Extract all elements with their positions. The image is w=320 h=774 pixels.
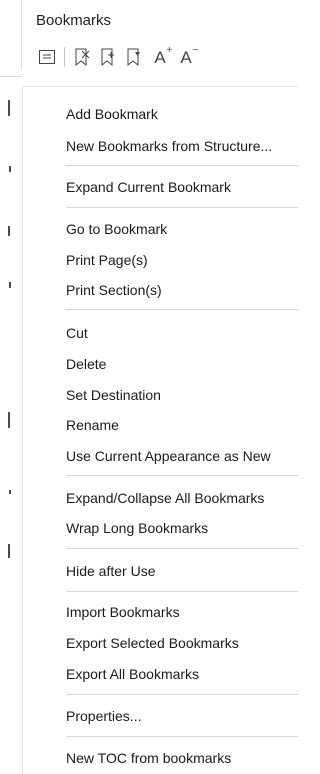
new-bookmark-from-structure-icon[interactable] xyxy=(121,44,147,70)
decrease-text-size-icon[interactable]: A − xyxy=(173,44,199,70)
new-bookmark-icon[interactable] xyxy=(95,44,121,70)
bookmarks-options-menu: Add Bookmark New Bookmarks from Structur… xyxy=(22,86,298,774)
menu-separator xyxy=(66,591,298,592)
menu-separator xyxy=(66,736,298,737)
menu-separator xyxy=(66,694,298,695)
background-glyph xyxy=(8,544,10,558)
menu-item-expand-collapse-all[interactable]: Expand/Collapse All Bookmarks xyxy=(66,487,264,509)
menu-item-new-toc-from-bookmarks[interactable]: New TOC from bookmarks xyxy=(66,747,231,769)
background-glyph xyxy=(8,226,10,236)
background-glyph xyxy=(9,490,11,494)
menu-item-delete[interactable]: Delete xyxy=(66,353,106,375)
menu-item-rename[interactable]: Rename xyxy=(66,414,119,436)
menu-item-use-current-appearance[interactable]: Use Current Appearance as New xyxy=(66,445,271,467)
panel-divider xyxy=(21,0,22,70)
menu-item-cut[interactable]: Cut xyxy=(66,322,88,344)
menu-item-print-pages[interactable]: Print Page(s) xyxy=(66,249,148,271)
menu-item-properties[interactable]: Properties... xyxy=(66,705,141,727)
toolbar-separator xyxy=(64,47,65,67)
background-glyph xyxy=(8,412,10,428)
menu-item-wrap-long-bookmarks[interactable]: Wrap Long Bookmarks xyxy=(66,517,208,539)
left-panel-edge xyxy=(0,0,22,773)
menu-item-go-to-bookmark[interactable]: Go to Bookmark xyxy=(66,218,167,240)
menu-item-print-sections[interactable]: Print Section(s) xyxy=(66,279,162,301)
background-glyph xyxy=(8,100,10,116)
background-glyph xyxy=(9,282,11,288)
menu-item-export-selected-bookmarks[interactable]: Export Selected Bookmarks xyxy=(66,632,239,654)
menu-separator xyxy=(66,165,298,166)
menu-item-new-bookmarks-from-structure[interactable]: New Bookmarks from Structure... xyxy=(66,135,272,157)
bookmarks-toolbar: A + A − xyxy=(34,44,199,70)
menu-separator xyxy=(66,548,298,549)
menu-item-hide-after-use[interactable]: Hide after Use xyxy=(66,560,155,582)
menu-separator xyxy=(66,207,298,208)
delete-bookmark-icon[interactable] xyxy=(69,44,95,70)
options-icon[interactable] xyxy=(34,44,60,70)
menu-item-expand-current-bookmark[interactable]: Expand Current Bookmark xyxy=(66,176,231,198)
menu-item-add-bookmark[interactable]: Add Bookmark xyxy=(66,103,158,125)
menu-separator xyxy=(66,475,298,476)
menu-item-export-all-bookmarks[interactable]: Export All Bookmarks xyxy=(66,663,199,685)
background-glyph xyxy=(9,166,11,172)
panel-title: Bookmarks xyxy=(36,12,112,29)
panel-divider-horizontal xyxy=(0,76,22,77)
menu-item-import-bookmarks[interactable]: Import Bookmarks xyxy=(66,601,180,623)
increase-text-size-icon[interactable]: A + xyxy=(147,44,173,70)
menu-item-set-destination[interactable]: Set Destination xyxy=(66,384,161,406)
menu-separator xyxy=(66,309,298,310)
